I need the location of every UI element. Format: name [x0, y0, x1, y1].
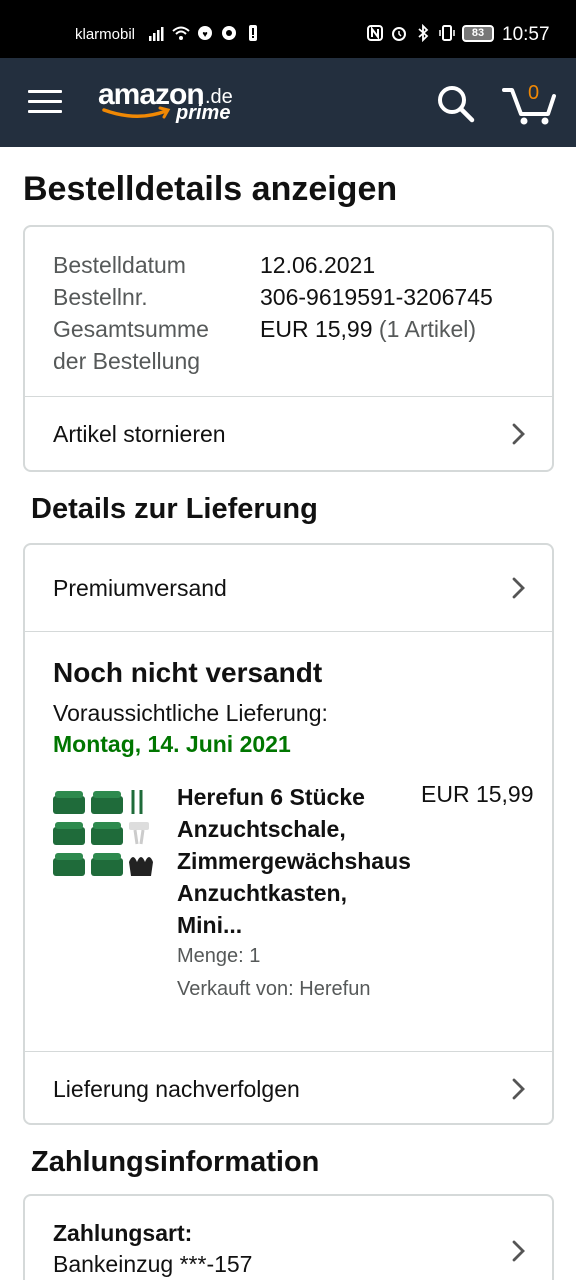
product-title-line: Herefun 6 Stücke: [177, 784, 365, 810]
signal-icon: [149, 27, 164, 41]
battery-icon: 83: [462, 24, 494, 42]
payment-card[interactable]: Zahlungsart: Bankeinzug ***-157: [23, 1194, 554, 1280]
divider: [25, 631, 552, 632]
app-notification-icon: ♥: [198, 26, 212, 40]
search-icon[interactable]: [436, 84, 476, 124]
product-thumbnail[interactable]: [53, 788, 157, 884]
nfc-icon: [367, 25, 383, 41]
order-total-label-1: Gesamtsumme: [53, 316, 209, 342]
delivery-card: Premiumversand Noch nicht versandt Vorau…: [23, 543, 554, 1125]
status-right-icons: 83: [366, 24, 494, 42]
status-left-icons: ♥: [148, 24, 262, 42]
page-title: Bestelldetails anzeigen: [23, 170, 398, 208]
order-summary-card: Bestelldatum Bestellnr. Gesamtsumme der …: [23, 225, 554, 472]
order-item-count: (1 Artikel): [378, 316, 477, 342]
chevron-right-icon: [512, 1078, 525, 1100]
carrier-name: klarmobil: [75, 26, 136, 43]
order-total-value-row: EUR 15,99 (1 Artikel): [260, 313, 560, 345]
svg-text:♥: ♥: [202, 29, 207, 39]
product-seller: Verkauft von: Herefun: [177, 978, 371, 1000]
amazon-logo[interactable]: amazon .de prime: [98, 78, 248, 130]
bluetooth-icon: [418, 24, 429, 42]
track-delivery-label: Lieferung nachverfolgen: [53, 1075, 300, 1102]
product-title-link[interactable]: Herefun 6 Stücke Anzuchtschale, Zimmerge…: [177, 781, 427, 941]
settings-notification-icon: [222, 26, 236, 40]
clock: 10:57: [502, 24, 550, 45]
alert-notification-icon: [249, 25, 257, 41]
payment-method-value: Bankeinzug ***-157: [53, 1251, 253, 1277]
product-title-line: Anzuchtschale,: [177, 816, 346, 842]
product-title-line: Anzuchtkasten,: [177, 880, 347, 906]
track-delivery-row[interactable]: Lieferung nachverfolgen: [25, 1052, 552, 1126]
payment-method-label: Zahlungsart:: [53, 1220, 193, 1246]
shipping-method-row[interactable]: Premiumversand: [25, 551, 552, 625]
status-bar: klarmobil ♥ 83 10:57: [0, 0, 576, 58]
delivery-section-title: Details zur Lieferung: [31, 493, 318, 525]
vibrate-icon: [439, 25, 455, 41]
payment-section-title: Zahlungsinformation: [31, 1146, 320, 1178]
alarm-icon: [392, 27, 406, 41]
cart-count: 0: [528, 82, 540, 104]
product-price: EUR 15,99: [421, 781, 534, 807]
menu-icon[interactable]: [28, 90, 62, 114]
wifi-icon: [172, 26, 190, 40]
chevron-right-icon: [512, 1240, 525, 1262]
logo-prime: prime: [176, 102, 231, 124]
order-number-label: Bestellnr.: [53, 284, 148, 310]
order-date-label: Bestelldatum: [53, 252, 186, 278]
order-number-value: 306-9619591-3206745: [260, 284, 493, 310]
smile-arrow-icon: [102, 106, 171, 119]
product-title-line: Zimmergewächshaus: [177, 848, 411, 874]
order-total-label-2: der Bestellung: [53, 348, 201, 374]
app-header: amazon .de prime 0: [0, 58, 576, 147]
estimated-delivery-date: Montag, 14. Juni 2021: [53, 731, 291, 757]
cancel-items-label: Artikel stornieren: [53, 420, 226, 447]
estimated-delivery-label: Voraussichtliche Lieferung:: [53, 700, 328, 726]
shipment-status: Noch nicht versandt: [53, 657, 323, 688]
product-quantity: Menge: 1: [177, 945, 261, 967]
cancel-items-row[interactable]: Artikel stornieren: [25, 397, 552, 471]
chevron-right-icon: [512, 577, 525, 599]
order-total-value: EUR 15,99: [260, 316, 373, 342]
product-title-line: Mini...: [177, 912, 243, 938]
shipping-method-label: Premiumversand: [53, 574, 227, 601]
chevron-right-icon: [512, 423, 525, 445]
order-date-value: 12.06.2021: [260, 252, 376, 278]
cart-button[interactable]: 0: [502, 80, 558, 126]
